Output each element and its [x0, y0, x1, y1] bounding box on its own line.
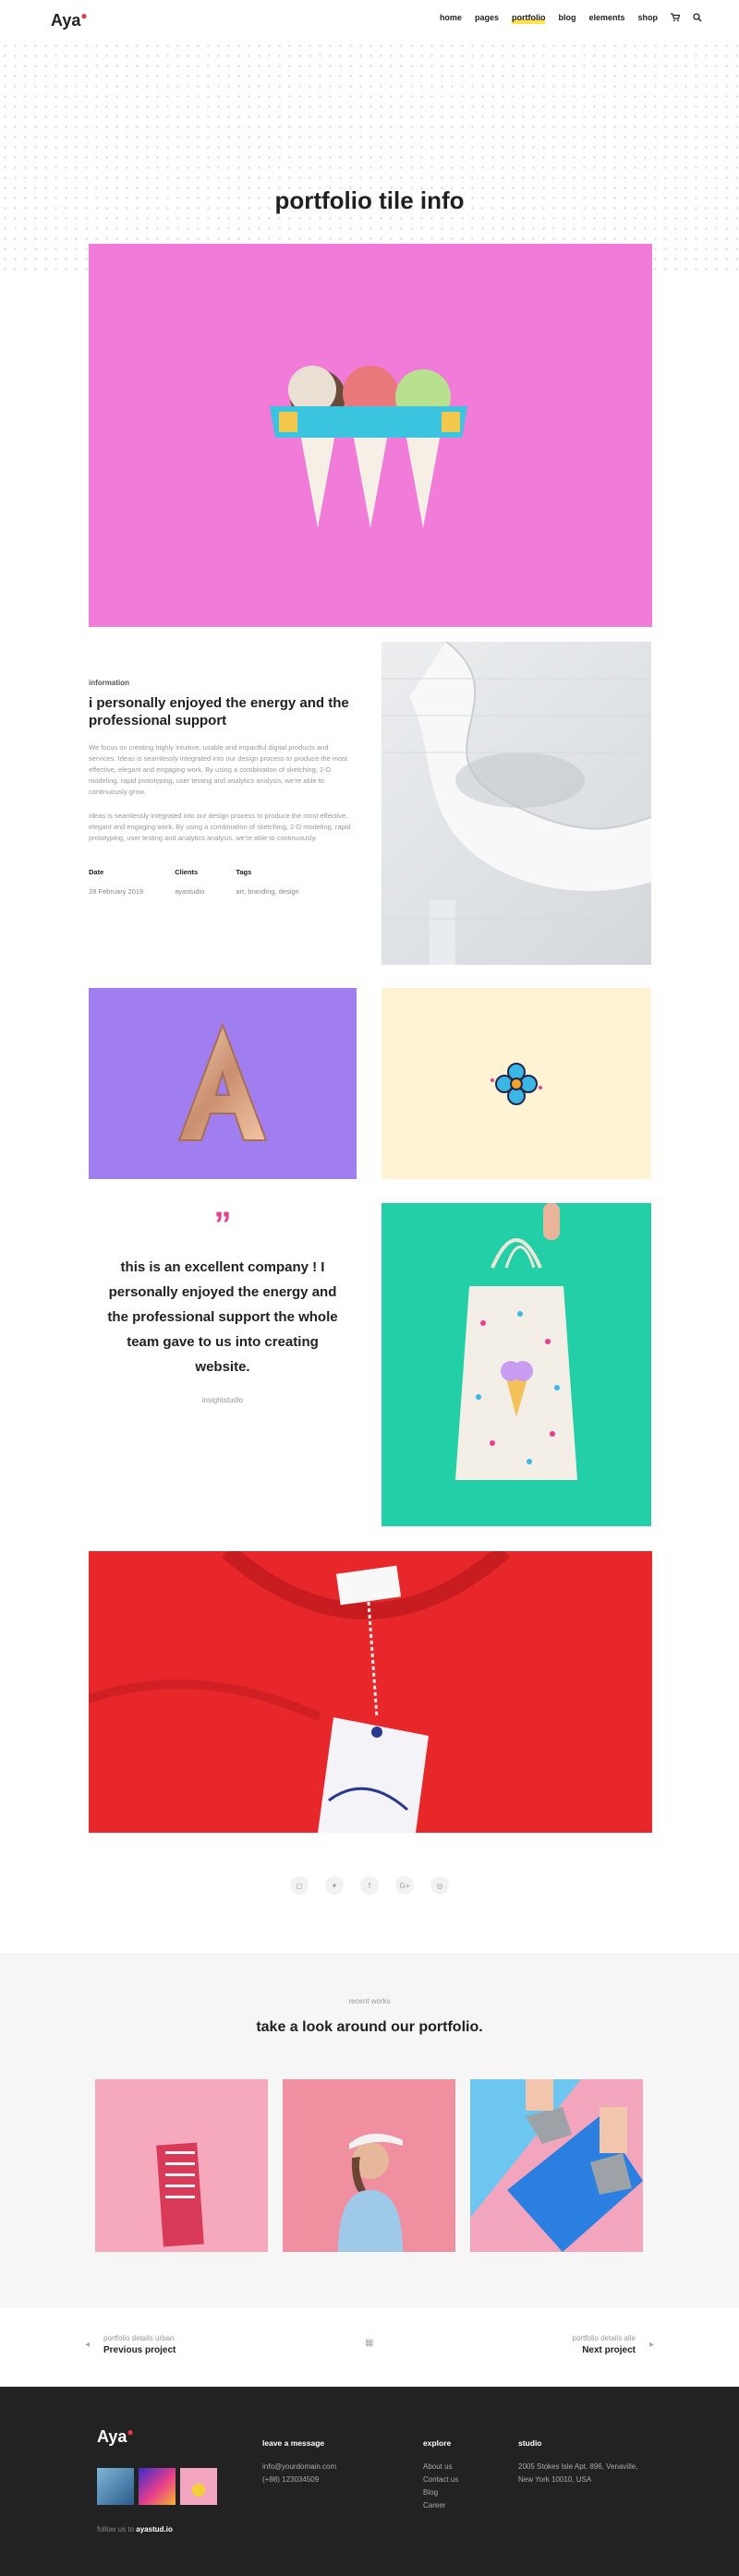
info-paragraph-1: We focus on creating highly intuitive, u…: [89, 743, 348, 796]
recent-title: take a look around our portfolio.: [256, 2019, 483, 2035]
recent-work-thumb-2[interactable]: [283, 2079, 455, 2252]
project-meta: Date 28 February 2019 Clients ayastudio Ta…: [89, 868, 357, 896]
footer-address-line-1: 2005 Stokes Isle Apt. 896, Venaville,: [518, 2462, 638, 2471]
quote-text: this is an excellent company ! I persona…: [107, 1259, 338, 1375]
quote-author: insightstudio: [201, 1396, 244, 1404]
google-plus-icon[interactable]: G+: [395, 1876, 414, 1895]
meta-tags-key: Tags: [236, 868, 252, 876]
architecture-image[interactable]: [382, 642, 651, 965]
site-header: Aya● home pages portfolio blog elements …: [0, 0, 739, 41]
footer-gallery-thumb-3[interactable]: [180, 2468, 217, 2505]
footer-explore-title: explore: [423, 2438, 452, 2448]
footer-logo-text: Aya: [97, 2427, 127, 2446]
nav-pages[interactable]: pages: [475, 13, 499, 24]
facebook-icon[interactable]: f: [360, 1876, 379, 1895]
flower-icon-image[interactable]: [382, 988, 651, 1179]
follow-line: follow us to ayastud.io: [97, 2525, 173, 2534]
footer-gallery-thumb-2[interactable]: [139, 2468, 176, 2505]
arrow-left-icon[interactable]: ◂: [85, 2340, 90, 2350]
tote-bag-image[interactable]: [382, 1203, 651, 1526]
footer-link-blog[interactable]: Blog: [423, 2486, 458, 2499]
grid-icon[interactable]: ▦: [365, 2338, 373, 2348]
info-paragraph-2: Ideas is seamlessly integrated into our …: [89, 812, 351, 842]
tshirt-tag-image[interactable]: [89, 1551, 652, 1833]
previous-project-name: portfolio details urban: [103, 2334, 175, 2342]
nav-elements[interactable]: elements: [588, 13, 624, 24]
cart-icon[interactable]: [671, 13, 681, 24]
footer-phone[interactable]: (+88) 123034509: [262, 2474, 336, 2486]
hero-band: portfolio tile info: [0, 41, 739, 276]
next-project-name: portfolio details alle: [572, 2334, 636, 2342]
footer-studio-title: studio: [518, 2438, 542, 2448]
footer-logo[interactable]: Aya●: [97, 2426, 134, 2447]
footer-address-line-2: New York 10010, USA: [518, 2475, 592, 2484]
search-icon[interactable]: [693, 13, 702, 24]
testimonial: ” this is an excellent company ! I perso…: [89, 1203, 357, 1526]
footer-explore: explore About us Contact us Blog Career: [423, 2437, 458, 2512]
recent-works: recent works take a look around our port…: [0, 1953, 739, 2308]
ice-cream-image[interactable]: [89, 244, 652, 627]
meta-date: Date 28 February 2019: [89, 868, 143, 896]
logo[interactable]: Aya●: [51, 9, 88, 30]
next-project-link[interactable]: portfolio details alle Next project: [573, 2334, 636, 2355]
follow-text: follow us to: [97, 2525, 135, 2534]
footer-email[interactable]: info@yourdomain.com: [262, 2461, 336, 2474]
letter-a-balloon-image[interactable]: [89, 988, 357, 1179]
previous-project-link[interactable]: portfolio details urban Previous project: [103, 2334, 176, 2355]
dribbble-icon[interactable]: ◎: [430, 1876, 449, 1895]
project-info: information i personally enjoyed the ene…: [89, 642, 357, 965]
footer-gallery-thumb-1[interactable]: [97, 2468, 134, 2505]
footer-studio: studio 2005 Stokes Isle Apt. 896, Venavi…: [518, 2437, 637, 2486]
recent-work-thumb-3[interactable]: [470, 2079, 643, 2252]
meta-clients: Clients ayastudio: [175, 868, 204, 896]
footer-gallery: [97, 2468, 217, 2505]
instagram-icon[interactable]: ◻: [290, 1876, 309, 1895]
meta-tags-value: art, branding, design: [236, 887, 299, 896]
share-row: ◻ ✦ f G+ ◎: [0, 1876, 739, 1895]
info-heading: i personally enjoyed the energy and the …: [89, 695, 349, 728]
footer-link-contact[interactable]: Contact us: [423, 2474, 458, 2486]
site-footer: Aya● follow us to ayastud.io leave a mes…: [0, 2387, 739, 2576]
meta-tags: Tags art, branding, design: [236, 868, 298, 896]
twitter-icon[interactable]: ✦: [325, 1876, 344, 1895]
info-label: information: [89, 679, 129, 687]
footer-link-about[interactable]: About us: [423, 2461, 458, 2474]
meta-date-key: Date: [89, 868, 104, 876]
next-project-label: Next project: [582, 2345, 636, 2355]
footer-contact-title: leave a message: [262, 2438, 325, 2448]
nav-portfolio[interactable]: portfolio: [511, 13, 546, 24]
nav-shop[interactable]: shop: [638, 13, 659, 24]
previous-project-label: Previous project: [103, 2345, 176, 2355]
meta-clients-value: ayastudio: [175, 887, 205, 896]
meta-clients-key: Clients: [175, 868, 199, 876]
recent-work-thumb-1[interactable]: [95, 2079, 268, 2252]
project-pagination: ◂ portfolio details urban Previous proje…: [0, 2308, 739, 2387]
recent-subtitle: recent works: [348, 1997, 391, 2005]
meta-date-value: 28 February 2019: [89, 887, 144, 896]
page-title: portfolio tile info: [274, 187, 465, 214]
footer-contact: leave a message info@yourdomain.com (+88…: [262, 2437, 336, 2486]
footer-link-career[interactable]: Career: [423, 2499, 458, 2512]
main-nav: home pages portfolio blog elements shop: [440, 13, 702, 24]
follow-handle[interactable]: ayastud.io: [136, 2525, 173, 2534]
nav-home[interactable]: home: [440, 13, 462, 24]
arrow-right-icon[interactable]: ▸: [649, 2340, 654, 2350]
quote-icon: ”: [213, 1206, 232, 1245]
logo-text: Aya: [51, 11, 81, 30]
nav-blog[interactable]: blog: [558, 13, 575, 24]
